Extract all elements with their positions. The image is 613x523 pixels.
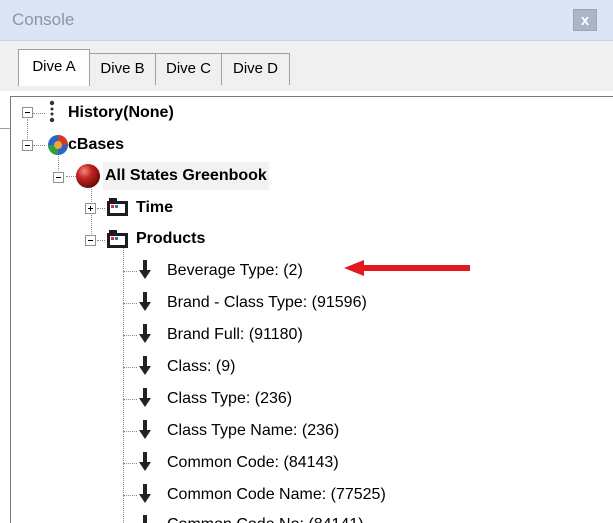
tab-dive-b[interactable]: Dive B xyxy=(89,53,156,85)
tree-line xyxy=(33,145,45,146)
tree-line xyxy=(123,495,137,496)
tree-line xyxy=(123,303,137,304)
down-arrow-icon xyxy=(139,452,151,471)
tree-line xyxy=(123,431,137,432)
tree-item[interactable]: Class Type: (236) xyxy=(167,385,292,413)
close-button[interactable]: x xyxy=(573,9,597,31)
tree-line xyxy=(123,463,137,464)
expand-toggle[interactable] xyxy=(85,203,96,214)
history-icon xyxy=(49,100,55,123)
down-arrow-icon xyxy=(139,356,151,375)
tree-item[interactable]: Class Type Name: (236) xyxy=(167,417,339,445)
tree-node-cbases[interactable]: cBases xyxy=(68,131,124,159)
tab-dive-a[interactable]: Dive A xyxy=(18,49,90,86)
tree-line xyxy=(123,247,124,523)
collapse-toggle[interactable] xyxy=(22,107,33,118)
folder-icon xyxy=(107,230,128,248)
tree-item[interactable]: Common Code: (84143) xyxy=(167,449,339,477)
collapse-toggle[interactable] xyxy=(22,140,33,151)
tree-line xyxy=(33,113,45,114)
tree-node-products[interactable]: Products xyxy=(136,225,205,253)
tree-item[interactable]: Class: (9) xyxy=(167,353,235,381)
tree-node-history[interactable]: History(None) xyxy=(68,99,174,127)
tree-item[interactable]: Beverage Type: (2) xyxy=(167,257,303,285)
folder-icon xyxy=(107,198,128,216)
console-titlebar: Console x xyxy=(0,0,613,41)
down-arrow-icon xyxy=(139,260,151,279)
tree-node-greenbook[interactable]: All States Greenbook xyxy=(103,162,269,190)
tab-strip: Dive A Dive B Dive C Dive D xyxy=(0,41,613,129)
down-arrow-icon xyxy=(139,420,151,439)
tree-line xyxy=(123,335,137,336)
tree-line xyxy=(123,367,137,368)
tree-item[interactable]: Brand Full: (91180) xyxy=(167,321,303,349)
annotation-arrow-icon xyxy=(344,260,470,276)
tab-dive-c[interactable]: Dive C xyxy=(155,53,222,85)
down-arrow-icon xyxy=(139,324,151,343)
tree-line xyxy=(123,399,137,400)
globe-icon xyxy=(48,135,68,155)
tree-line xyxy=(123,271,137,272)
tree-view[interactable]: History(None) cBases All States Greenboo… xyxy=(10,96,613,523)
collapse-toggle[interactable] xyxy=(85,235,96,246)
tree-node-time[interactable]: Time xyxy=(136,194,173,222)
down-arrow-icon xyxy=(139,484,151,503)
down-arrow-icon xyxy=(139,388,151,407)
down-arrow-icon xyxy=(139,292,151,311)
tree-item[interactable]: Common Code No: (84141) xyxy=(167,511,364,523)
tab-dive-d[interactable]: Dive D xyxy=(221,53,290,85)
sphere-icon xyxy=(76,164,100,188)
tree-item[interactable]: Common Code Name: (77525) xyxy=(167,481,386,509)
tree-line xyxy=(27,119,28,141)
tree-item[interactable]: Brand - Class Type: (91596) xyxy=(167,289,367,317)
tree-line xyxy=(97,240,105,241)
tree-line xyxy=(97,208,105,209)
collapse-toggle[interactable] xyxy=(53,172,64,183)
window-title: Console xyxy=(12,10,75,29)
